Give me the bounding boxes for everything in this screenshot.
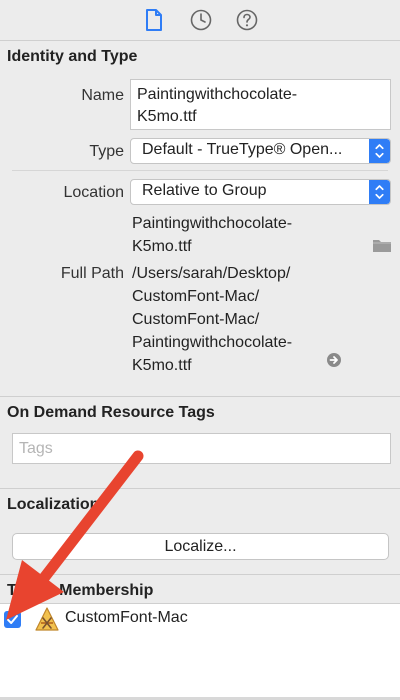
section-title: Localization bbox=[7, 496, 100, 513]
path-line: CustomFont-Mac/ bbox=[132, 288, 260, 305]
folder-icon[interactable] bbox=[372, 237, 392, 253]
type-popup-value: Default - TrueType® Open... bbox=[142, 141, 343, 158]
path-line: Paintingwithchocolate- bbox=[132, 334, 293, 351]
name-value-line: Paintingwithchocolate- bbox=[137, 86, 298, 103]
chevron-updown-icon bbox=[369, 139, 390, 163]
inspector-toolbar bbox=[0, 0, 400, 40]
name-label: Name bbox=[81, 87, 124, 104]
location-label: Location bbox=[63, 184, 125, 201]
localize-button[interactable]: Localize... bbox=[12, 533, 389, 560]
app-target-icon bbox=[34, 606, 60, 632]
location-file-name: Paintingwithchocolate- K5mo.ttf bbox=[132, 212, 292, 258]
section-title: Identity and Type bbox=[7, 48, 138, 65]
on-demand-resource-tags-header: On Demand Resource Tags bbox=[0, 396, 400, 430]
target-checkbox[interactable] bbox=[4, 611, 21, 628]
file-name-line: Paintingwithchocolate- bbox=[132, 215, 293, 232]
quick-help-icon[interactable] bbox=[234, 7, 260, 33]
full-path-value: /Users/sarah/Desktop/ CustomFont-Mac/ Cu… bbox=[132, 262, 292, 377]
path-line: CustomFont-Mac/ bbox=[132, 311, 260, 328]
file-inspector-icon[interactable] bbox=[141, 7, 167, 33]
reveal-in-finder-icon[interactable] bbox=[326, 352, 342, 368]
location-popup[interactable]: Relative to Group bbox=[130, 179, 391, 205]
file-name-line: K5mo.ttf bbox=[132, 238, 192, 255]
path-line: /Users/sarah/Desktop/ bbox=[132, 265, 291, 282]
localization-header: Localization bbox=[0, 488, 400, 522]
full-path-label: Full Path bbox=[60, 265, 124, 282]
section-title: Target Membership bbox=[7, 582, 154, 599]
target-name: CustomFont-Mac bbox=[65, 609, 188, 626]
type-popup[interactable]: Default - TrueType® Open... bbox=[130, 138, 391, 164]
section-title: On Demand Resource Tags bbox=[7, 404, 215, 421]
name-field[interactable]: Paintingwithchocolate- K5mo.ttf bbox=[130, 79, 391, 130]
identity-and-type-header: Identity and Type bbox=[0, 40, 400, 74]
location-popup-value: Relative to Group bbox=[142, 182, 267, 199]
type-label: Type bbox=[89, 143, 124, 160]
name-value-line: K5mo.ttf bbox=[137, 108, 197, 125]
history-clock-icon[interactable] bbox=[188, 7, 214, 33]
divider bbox=[12, 170, 388, 171]
chevron-updown-icon bbox=[369, 180, 390, 204]
target-membership-list bbox=[0, 603, 400, 700]
tags-input[interactable] bbox=[12, 433, 391, 464]
path-line: K5mo.ttf bbox=[132, 357, 192, 374]
